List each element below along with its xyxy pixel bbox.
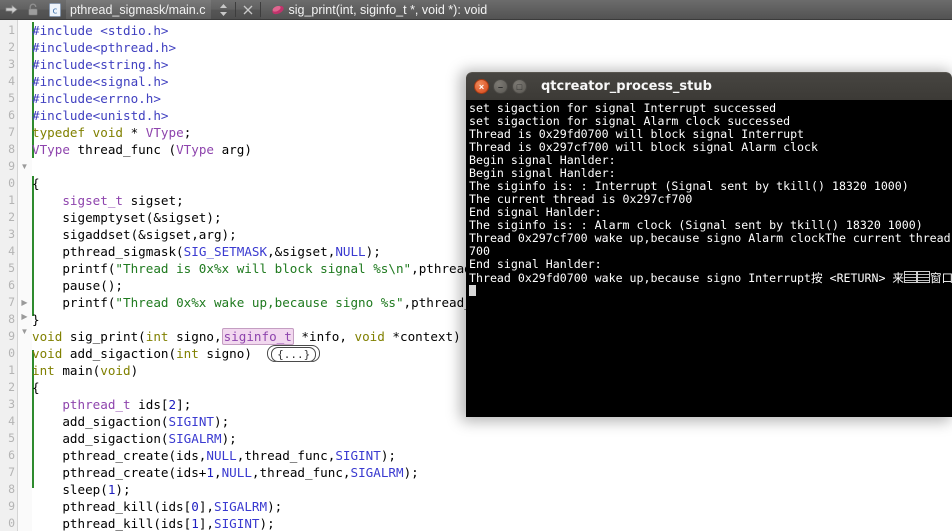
code-line: #include<pthread.h> xyxy=(32,40,177,56)
code-line: pthread_create(ids+1,NULL,thread_func,SI… xyxy=(32,465,419,481)
close-icon[interactable] xyxy=(236,0,260,19)
tab-file-label: pthread_sigmask/main.c xyxy=(70,2,206,17)
line-number: 3 xyxy=(8,397,15,412)
svg-text:c: c xyxy=(53,6,58,16)
unrenderable-glyph xyxy=(917,271,931,283)
terminal-title-bar[interactable]: × – □ qtcreator_process_stub xyxy=(466,72,952,100)
tab-symbol-label: sig_print(int, siginfo_t *, void *): voi… xyxy=(288,2,488,17)
line-number: 8 xyxy=(8,142,15,157)
window-maximize-button[interactable]: □ xyxy=(512,79,527,94)
line-number: 5 xyxy=(8,91,15,106)
line-number: 9 xyxy=(8,499,15,514)
line-number: 4 xyxy=(8,414,15,429)
line-number: 0 xyxy=(8,346,15,361)
tab-updown-button[interactable] xyxy=(211,0,235,19)
line-number: 5 xyxy=(8,261,15,276)
terminal-output[interactable]: set sigaction for signal Interrupt succe… xyxy=(466,100,952,417)
line-number: 2 xyxy=(8,40,15,55)
fold-triangle-main[interactable]: ▼ xyxy=(19,323,30,340)
editor-fold-column xyxy=(18,20,32,531)
tab-file-main-c[interactable]: pthread_sigmask/main.c xyxy=(66,0,212,19)
terminal-window[interactable]: × – □ qtcreator_process_stub set sigacti… xyxy=(466,72,952,417)
tab-symbol-sig-print[interactable]: sig_print(int, siginfo_t *, void *): voi… xyxy=(261,0,952,19)
line-number: 6 xyxy=(8,108,15,123)
code-line: #include <stdio.h> xyxy=(32,23,169,38)
line-number: 3 xyxy=(8,57,15,72)
line-number: 9 xyxy=(8,159,15,174)
lock-icon[interactable] xyxy=(22,0,44,19)
editor-tab-bar: c pthread_sigmask/main.c sig_print(int, … xyxy=(0,0,952,20)
line-number: 8 xyxy=(8,482,15,497)
code-line: pthread_create(ids,NULL,thread_func,SIGI… xyxy=(32,448,396,464)
terminal-line: Thread 0x297cf700 wake up,because signo … xyxy=(469,231,951,245)
c-file-icon: c xyxy=(44,0,66,19)
terminal-line: End signal Hanlder: xyxy=(469,257,602,271)
code-line: add_sigaction(SIGALRM); xyxy=(32,431,237,447)
line-number: 8 xyxy=(8,312,15,327)
function-symbol-icon xyxy=(268,4,288,16)
line-number: 7 xyxy=(8,465,15,480)
fold-triangle-line9[interactable]: ▼ xyxy=(19,158,30,175)
code-line: pthread_kill(ids[0],SIGALRM); xyxy=(32,499,283,515)
line-number-column: 12345678901234567890123456789012345678 xyxy=(0,22,16,531)
line-number: 2 xyxy=(8,210,15,225)
line-number: 2 xyxy=(8,380,15,395)
fold-placeholder[interactable]: {...} xyxy=(267,345,321,363)
line-number: 6 xyxy=(8,448,15,463)
window-close-button[interactable]: × xyxy=(474,79,489,94)
line-number: 5 xyxy=(8,431,15,446)
line-number: 4 xyxy=(8,244,15,259)
line-number: 0 xyxy=(8,176,15,191)
terminal-cursor xyxy=(469,285,952,298)
line-number: 3 xyxy=(8,227,15,242)
code-line: pthread_kill(ids[1],SIGINT); xyxy=(32,516,275,531)
line-number: 1 xyxy=(8,363,15,378)
line-number: 9 xyxy=(8,329,15,344)
line-number: 0 xyxy=(8,516,15,531)
unrenderable-glyph xyxy=(904,271,918,283)
line-number: 7 xyxy=(8,125,15,140)
code-line: sleep(1); xyxy=(32,482,131,498)
line-number: 7 xyxy=(8,295,15,310)
line-number: 4 xyxy=(8,74,15,89)
line-number: 1 xyxy=(8,193,15,208)
line-number: 1 xyxy=(8,23,15,37)
terminal-title: qtcreator_process_stub xyxy=(541,79,712,94)
window-minimize-button[interactable]: – xyxy=(493,79,508,94)
line-number: 6 xyxy=(8,278,15,293)
forward-arrow-icon[interactable] xyxy=(0,0,22,19)
terminal-line: Thread 0x29fd0700 wake up,because signo … xyxy=(469,271,952,285)
highlighted-token: siginfo_t xyxy=(221,328,294,346)
